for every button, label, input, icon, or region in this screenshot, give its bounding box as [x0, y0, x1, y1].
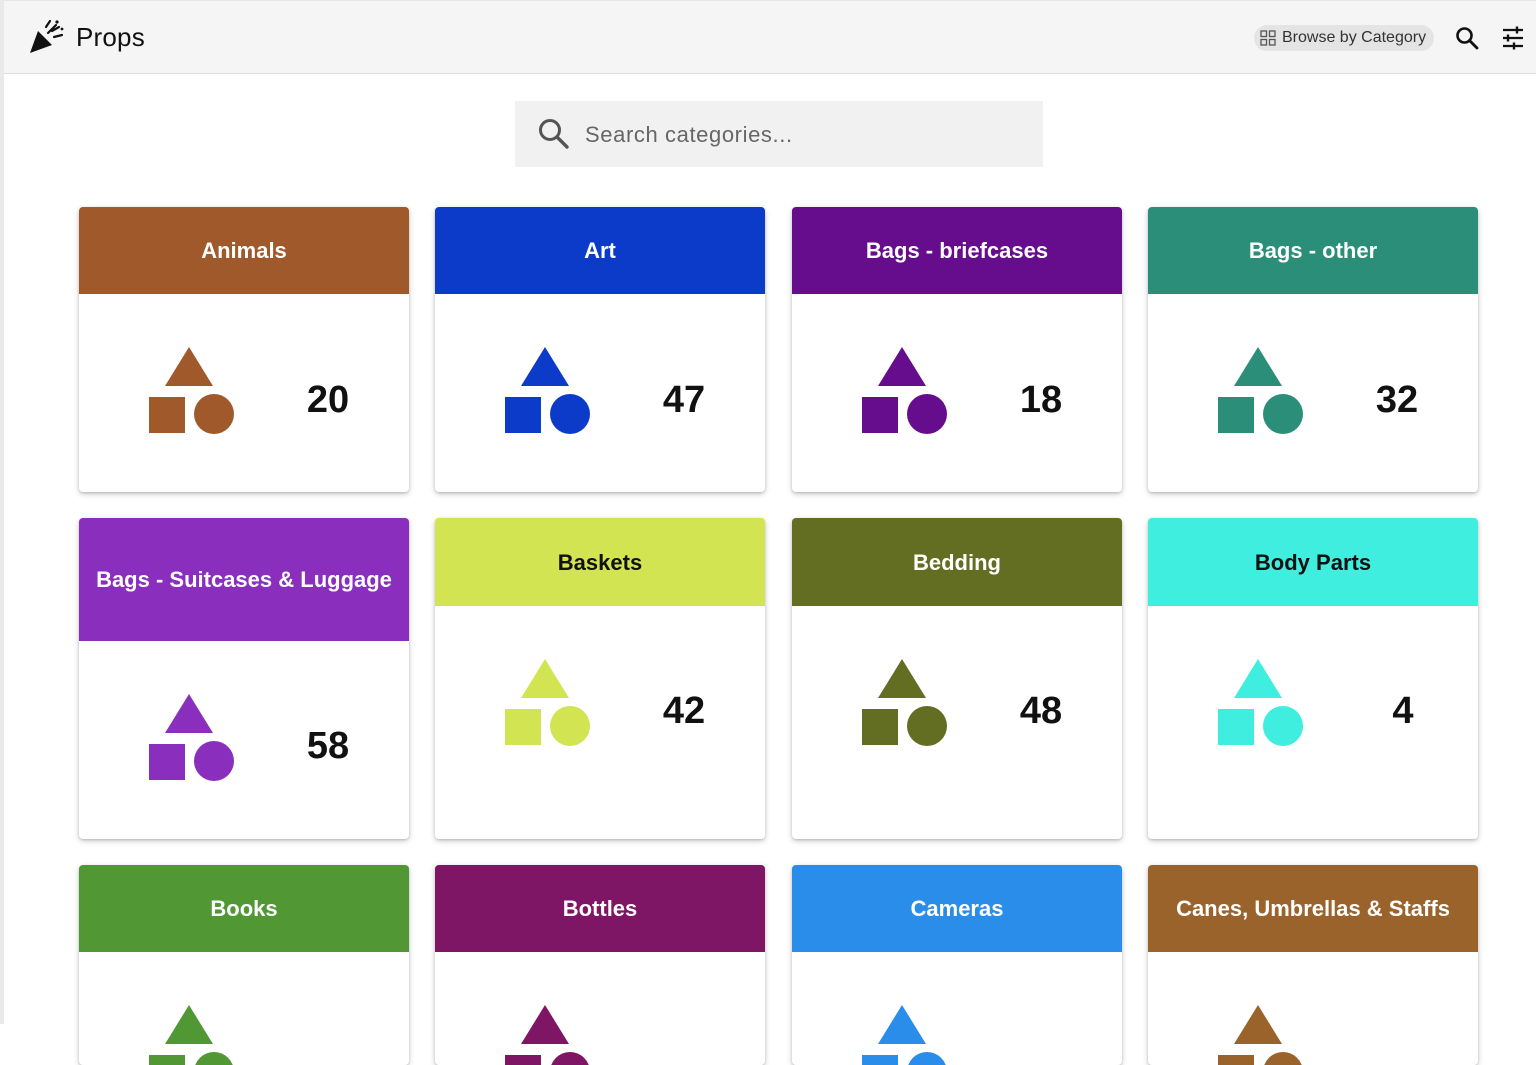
category-title: Bedding [792, 518, 1122, 606]
category-title: Animals [79, 207, 409, 294]
category-search-input[interactable] [583, 101, 1027, 169]
brand[interactable]: Props [26, 17, 145, 57]
shapes-icon [1218, 1005, 1302, 1065]
app-title: Props [76, 21, 145, 52]
category-card[interactable]: Bottles [435, 865, 765, 1065]
category-search-box[interactable] [515, 101, 1043, 169]
grid-icon [1260, 30, 1276, 46]
browse-by-category-label: Browse by Category [1282, 29, 1427, 46]
category-card[interactable]: Body Parts 4 [1148, 518, 1478, 839]
search-icon[interactable] [1454, 25, 1480, 51]
shapes-icon [149, 694, 234, 781]
category-item-count: 58 [306, 725, 350, 767]
category-card[interactable]: Bedding 48 [792, 518, 1122, 839]
category-item-count: 48 [1019, 690, 1063, 732]
category-card[interactable]: Bags - briefcases 18 [792, 207, 1122, 492]
browse-by-category-button[interactable]: Browse by Category [1254, 25, 1435, 51]
shapes-icon [862, 347, 947, 434]
category-card[interactable]: Canes, Umbrellas & Staffs [1148, 865, 1478, 1065]
shapes-icon [505, 347, 590, 434]
category-item-count: 32 [1375, 379, 1419, 421]
shapes-icon [149, 1005, 233, 1065]
category-title: Bags - Suitcases & Luggage [79, 518, 409, 641]
search-icon [539, 119, 569, 149]
category-card[interactable]: Baskets 42 [435, 518, 765, 839]
window-edge [0, 0, 4, 1024]
category-title: Art [435, 207, 765, 294]
category-title: Bags - other [1148, 207, 1478, 294]
shapes-icon [1218, 659, 1303, 746]
category-card[interactable]: Cameras [792, 865, 1122, 1065]
category-card[interactable]: Books [79, 865, 409, 1065]
shapes-icon [862, 659, 947, 746]
category-item-count: 4 [1392, 690, 1414, 732]
shapes-icon [149, 347, 234, 434]
category-title: Bottles [435, 865, 765, 952]
category-title: Bags - briefcases [792, 207, 1122, 294]
category-card[interactable]: Bags - Suitcases & Luggage 58 [79, 518, 409, 839]
category-card[interactable]: Bags - other 32 [1148, 207, 1478, 492]
category-title: Body Parts [1148, 518, 1478, 606]
category-item-count: 20 [306, 379, 350, 421]
category-title: Cameras [792, 865, 1122, 952]
category-card[interactable]: Art 47 [435, 207, 765, 492]
shapes-icon [505, 659, 590, 746]
shapes-icon [505, 1005, 589, 1065]
shapes-icon [1218, 347, 1303, 434]
category-item-count: 18 [1019, 379, 1063, 421]
category-item-count: 47 [662, 379, 706, 421]
filter-settings-icon[interactable] [1500, 25, 1526, 51]
category-title: Baskets [435, 518, 765, 606]
party-popper-icon [30, 19, 64, 53]
app-header: Props Browse by Category [4, 0, 1536, 74]
shapes-icon [862, 1005, 946, 1065]
category-title: Books [79, 865, 409, 952]
category-item-count: 42 [662, 690, 706, 732]
category-title: Canes, Umbrellas & Staffs [1148, 865, 1478, 952]
category-card[interactable]: Animals 20 [79, 207, 409, 492]
